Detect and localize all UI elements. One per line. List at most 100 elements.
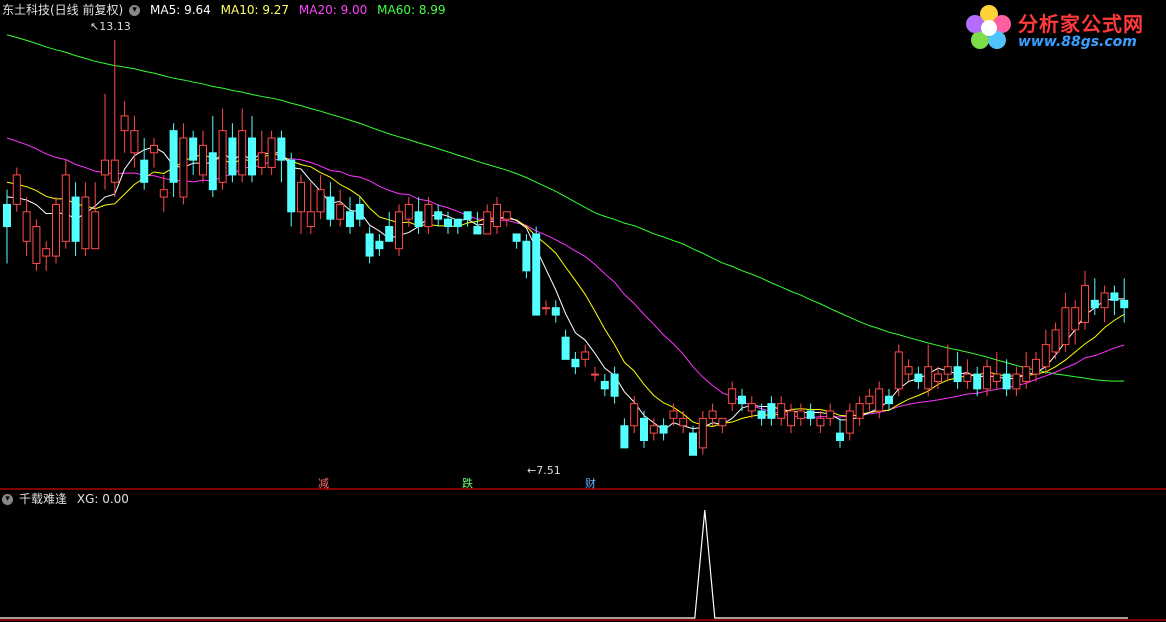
candle-body bbox=[91, 211, 100, 250]
candle-body bbox=[1032, 358, 1040, 375]
candle-body bbox=[767, 403, 776, 419]
candle-body bbox=[150, 144, 158, 154]
candle-body bbox=[355, 203, 364, 220]
candle-body bbox=[1090, 299, 1099, 309]
candle-body bbox=[453, 218, 462, 228]
price-grid bbox=[130, 31, 1125, 433]
candle-body bbox=[777, 403, 786, 419]
indicator-toggle-icon[interactable]: ▾ bbox=[2, 494, 13, 505]
candle-body bbox=[424, 203, 433, 228]
candle-body bbox=[924, 366, 933, 390]
candle-body bbox=[404, 203, 413, 220]
candle-body bbox=[904, 366, 913, 375]
candle-body bbox=[953, 366, 962, 382]
candle-body bbox=[316, 189, 325, 213]
settings-toggle-icon[interactable]: ▾ bbox=[129, 5, 141, 16]
candle-body bbox=[71, 196, 80, 242]
candle-body bbox=[806, 410, 815, 419]
candle-body bbox=[444, 218, 452, 228]
candle-body bbox=[1071, 307, 1080, 331]
logo-title: 分析家公式网 bbox=[1018, 12, 1144, 36]
ma5-value: MA5: 9.64 bbox=[150, 3, 211, 17]
candle-body bbox=[983, 366, 991, 390]
candle-body bbox=[32, 226, 41, 264]
candle-body bbox=[845, 410, 854, 434]
candle-body bbox=[826, 410, 835, 419]
candle-body bbox=[963, 373, 972, 382]
candles[interactable] bbox=[3, 39, 1129, 456]
candle-body bbox=[287, 159, 296, 213]
candle-body bbox=[542, 307, 550, 310]
candle-body bbox=[140, 159, 149, 183]
marker-jian: 减 bbox=[318, 477, 329, 490]
candle-body bbox=[3, 203, 11, 228]
candle-body bbox=[159, 189, 168, 198]
candle-body bbox=[865, 395, 874, 405]
candle-body bbox=[561, 336, 570, 360]
candle-body bbox=[42, 248, 51, 257]
candle-body bbox=[708, 410, 717, 419]
price-header: 东土科技(日线 前复权) ▾ MA5: 9.64 MA10: 9.27 MA20:… bbox=[2, 2, 452, 18]
ma20-value: MA20: 9.00 bbox=[298, 3, 368, 17]
candle-body bbox=[277, 137, 286, 161]
candle-body bbox=[738, 395, 746, 405]
candle-body bbox=[630, 403, 639, 427]
stock-title[interactable]: 东土科技(日线 前复权) bbox=[2, 3, 123, 17]
candle-body bbox=[189, 137, 198, 161]
candle-body bbox=[757, 410, 766, 419]
candle-body bbox=[375, 240, 384, 250]
high-price-label: ↖13.13 bbox=[90, 20, 131, 33]
candle-body bbox=[591, 373, 599, 376]
candle-body bbox=[1110, 292, 1119, 301]
candle-body bbox=[679, 417, 688, 427]
candle-body bbox=[365, 233, 374, 257]
indicator-name[interactable]: 千载难逢 bbox=[19, 492, 67, 506]
candle-body bbox=[248, 137, 256, 176]
candle-body bbox=[493, 203, 501, 228]
candle-body bbox=[728, 388, 737, 405]
low-price-label: ←7.51 bbox=[527, 464, 561, 477]
candle-body bbox=[1120, 299, 1129, 309]
ma10-line bbox=[6, 152, 1125, 427]
candle-body bbox=[208, 152, 217, 191]
candle-body bbox=[698, 417, 707, 449]
candle-body bbox=[130, 130, 139, 154]
candle-body bbox=[787, 410, 795, 427]
candle-body bbox=[796, 410, 805, 419]
candle-body bbox=[855, 403, 864, 419]
candle-body bbox=[218, 130, 227, 183]
candle-body bbox=[885, 395, 893, 405]
candle-body bbox=[512, 233, 521, 242]
kline-chart[interactable] bbox=[0, 0, 1166, 622]
candle-body bbox=[395, 211, 403, 250]
candle-body bbox=[101, 159, 109, 176]
candle-body bbox=[522, 240, 531, 272]
candle-body bbox=[52, 203, 60, 257]
flower-icon bbox=[966, 5, 1011, 49]
candle-body bbox=[179, 137, 188, 198]
candle-body bbox=[1012, 373, 1021, 390]
candle-body bbox=[532, 233, 541, 316]
candle-body bbox=[718, 417, 727, 427]
candle-body bbox=[267, 137, 276, 169]
candle-body bbox=[669, 410, 678, 419]
candle-body bbox=[414, 211, 423, 228]
logo-url: www.88gs.com bbox=[1018, 34, 1137, 50]
candle-body bbox=[199, 144, 207, 176]
candle-body bbox=[434, 211, 443, 220]
xg-indicator-line bbox=[0, 509, 1128, 619]
candle-body bbox=[1061, 307, 1070, 346]
candle-body bbox=[336, 203, 345, 220]
candle-body bbox=[551, 307, 560, 316]
candle-body bbox=[257, 152, 266, 169]
ma60-path bbox=[6, 34, 1125, 382]
indicator-header: ▾ 千载难逢 XG: 0.00 bbox=[2, 491, 135, 507]
candle-body bbox=[571, 358, 580, 368]
ma60-line bbox=[6, 34, 1125, 382]
ma60-value: MA60: 8.99 bbox=[377, 3, 446, 17]
candle-body bbox=[649, 425, 658, 434]
candle-body bbox=[747, 403, 756, 412]
candle-body bbox=[228, 137, 237, 176]
candle-body bbox=[1100, 292, 1109, 309]
candle-body bbox=[483, 211, 492, 235]
